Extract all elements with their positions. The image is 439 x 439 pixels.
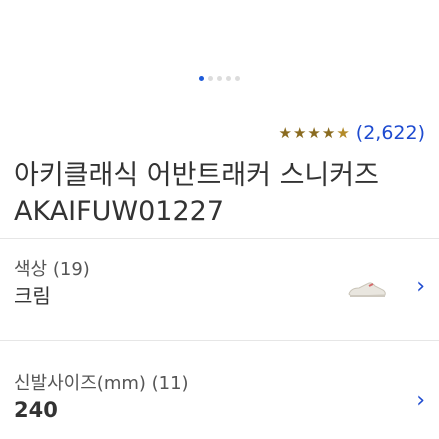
star-half-icon: ★ bbox=[336, 123, 350, 142]
sneaker-thumbnail-icon bbox=[348, 282, 386, 297]
product-title: 아키클래식 어반트래커 스니커즈 AKAIFUW01227 bbox=[14, 160, 379, 227]
carousel-dot-2[interactable] bbox=[208, 76, 213, 81]
color-option-row[interactable]: 색상 (19) 크림 › bbox=[14, 258, 425, 318]
star-icon: ★ bbox=[321, 123, 336, 142]
divider bbox=[0, 340, 439, 341]
chevron-right-icon[interactable]: › bbox=[416, 388, 425, 413]
size-option-value: 240 bbox=[14, 398, 58, 422]
divider bbox=[0, 238, 439, 239]
star-icon: ★ bbox=[307, 123, 321, 142]
rating[interactable]: ★ ★ ★ ★ ★ (2,622) bbox=[279, 122, 425, 144]
review-count[interactable]: (2,622) bbox=[356, 122, 425, 144]
carousel-dots bbox=[0, 76, 439, 81]
size-option-row[interactable]: 신발사이즈(mm) (11) 240 › bbox=[14, 372, 425, 428]
chevron-right-icon[interactable]: › bbox=[416, 274, 425, 299]
carousel-dot-5[interactable] bbox=[235, 76, 240, 81]
carousel-dot-3[interactable] bbox=[217, 76, 222, 81]
star-rating: ★ ★ ★ ★ ★ bbox=[278, 123, 350, 142]
carousel-dot-1[interactable] bbox=[199, 76, 204, 81]
star-icon: ★ bbox=[292, 123, 307, 142]
size-option-label: 신발사이즈(mm) (11) bbox=[14, 373, 189, 394]
carousel-dot-4[interactable] bbox=[226, 76, 231, 81]
star-icon: ★ bbox=[278, 123, 292, 142]
